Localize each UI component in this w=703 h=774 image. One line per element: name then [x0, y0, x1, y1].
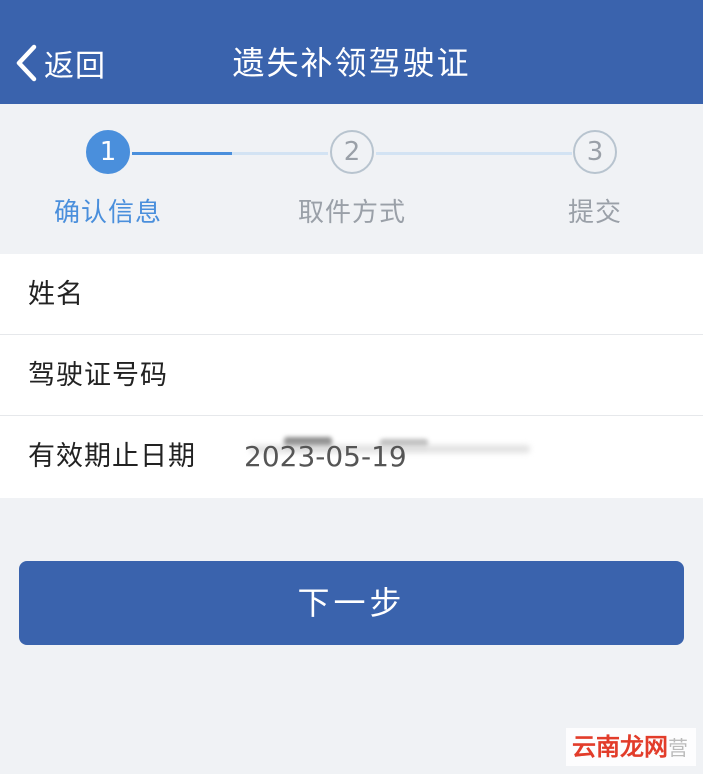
info-row-name: 姓名 [0, 254, 703, 335]
name-label: 姓名 [28, 279, 84, 310]
info-row-expiry-date: 有效期止日期 2023-05-19 [0, 416, 703, 498]
next-step-button[interactable]: 下一步 [19, 561, 684, 645]
expiry-date-label: 有效期止日期 [28, 441, 196, 472]
site-watermark: 云南龙网营 [566, 728, 696, 766]
page-title: 遗失补领驾驶证 [232, 44, 471, 82]
expiry-date-value: 2023-05-19 [244, 440, 407, 473]
step-connector-progress [132, 152, 232, 155]
info-list: 姓名 驾驶证号码 有效期止日期 2023-05-19 [0, 254, 703, 498]
license-number-label: 驾驶证号码 [28, 360, 168, 391]
step-3-label: 提交 [567, 198, 622, 228]
watermark-tail: 营 [668, 736, 688, 760]
info-row-license-number: 驾驶证号码 [0, 335, 703, 453]
watermark-text: 云南龙网 [572, 733, 668, 761]
nav-bar: 返回 遗失补领驾驶证 [0, 0, 703, 104]
step-indicator: 1 2 3 确认信息 取件方式 提交 [0, 104, 703, 254]
step-2-label: 取件方式 [297, 198, 406, 228]
step-connector [376, 152, 572, 155]
step-3-circle: 3 [573, 130, 617, 174]
step-1-circle: 1 [86, 130, 130, 174]
step-1-label: 确认信息 [53, 198, 162, 228]
step-2-circle: 2 [330, 130, 374, 174]
step-connector [232, 152, 328, 155]
